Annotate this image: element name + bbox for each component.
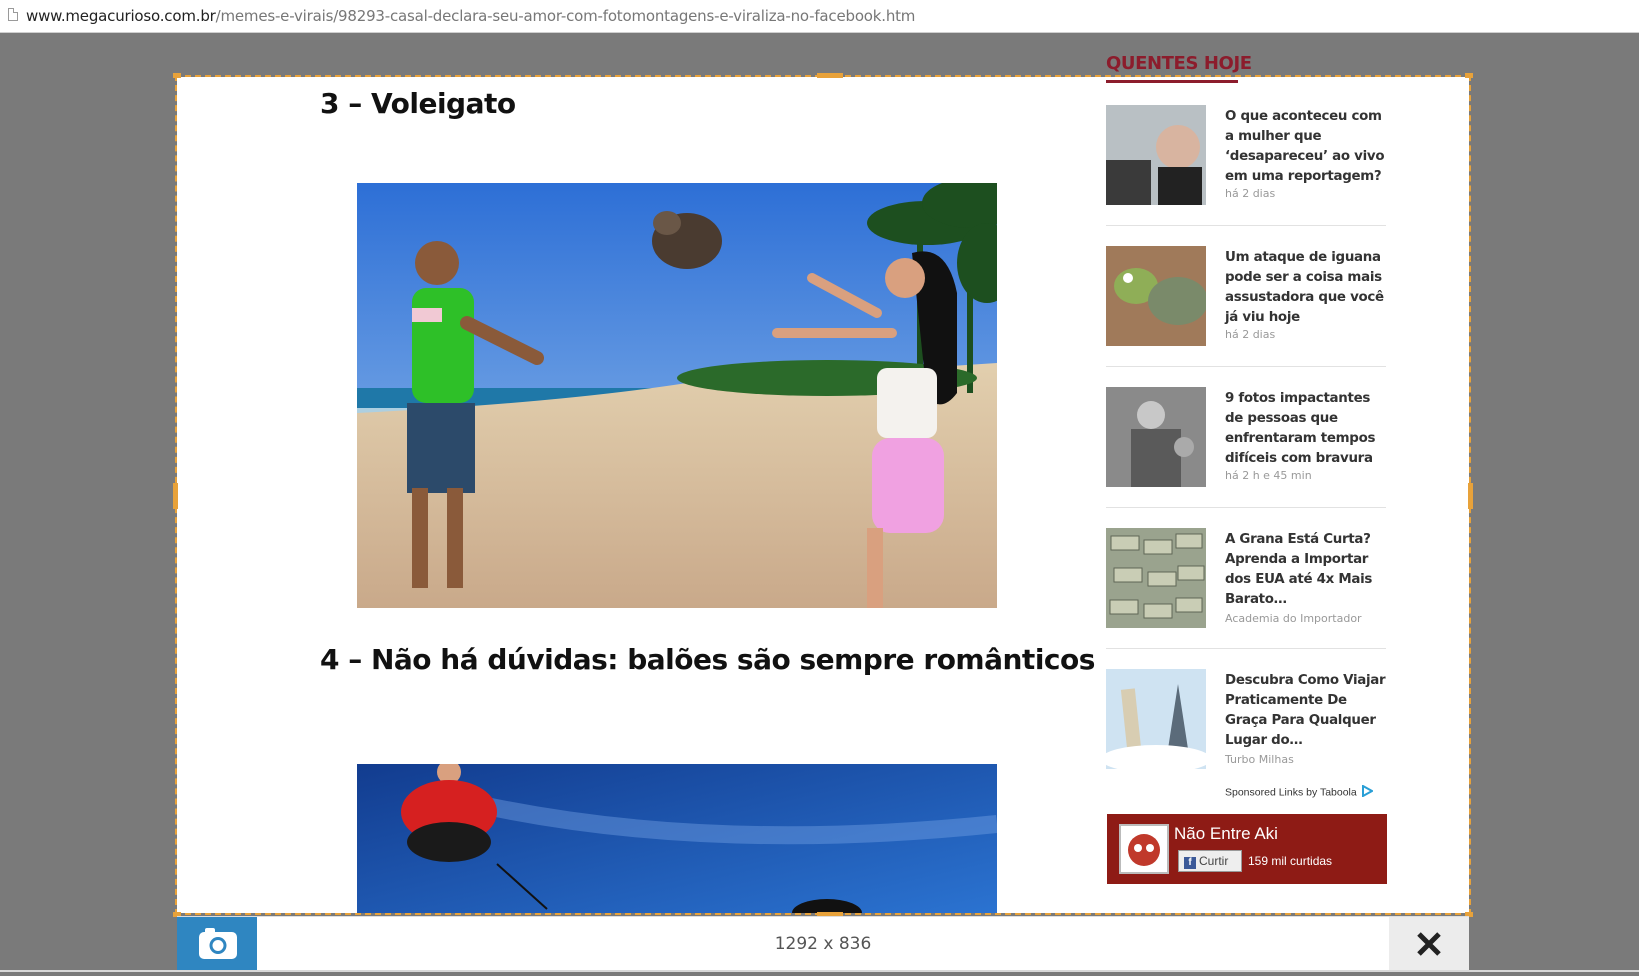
story-thumbnail[interactable] — [1106, 105, 1206, 205]
close-button[interactable] — [1389, 917, 1469, 971]
story-sponsor[interactable]: Turbo Milhas — [1225, 753, 1294, 766]
story-thumbnail[interactable] — [1106, 246, 1206, 346]
sidebar-story-4[interactable]: A Grana Está Curta? Aprenda a Importar d… — [1106, 528, 1386, 668]
story-thumbnail[interactable] — [1106, 387, 1206, 487]
resize-handle-top-left[interactable] — [173, 73, 181, 78]
story-meta: há 2 h e 45 min — [1225, 469, 1312, 482]
story-thumbnail[interactable] — [1106, 669, 1206, 769]
article-heading-3: 3 – Voleigato — [320, 87, 516, 120]
sponsored-label: Sponsored Links by Taboola — [1225, 786, 1357, 799]
story-title[interactable]: Descubra Como Viajar Praticamente De Gra… — [1225, 671, 1387, 751]
url-host: www.megacurioso.com.br — [26, 7, 216, 25]
resize-handle-right[interactable] — [1468, 483, 1473, 509]
sidebar-title-underline — [1106, 80, 1238, 83]
sidebar-story-3[interactable]: 9 fotos impactantes de pessoas que enfre… — [1106, 387, 1386, 527]
story-meta: há 2 dias — [1225, 187, 1276, 200]
sponsored-links[interactable]: Sponsored Links by Taboola — [1225, 784, 1374, 800]
divider — [1106, 366, 1386, 367]
capture-toolbar: 1292 x 836 — [177, 916, 1469, 971]
story-title[interactable]: A Grana Está Curta? Aprenda a Importar d… — [1225, 530, 1387, 610]
resize-handle-left[interactable] — [173, 483, 178, 509]
facebook-like-box[interactable]: Não Entre Aki f Curtir 159 mil curtidas — [1107, 814, 1387, 884]
selection-size: 1292 x 836 — [774, 934, 872, 954]
story-thumbnail[interactable] — [1106, 528, 1206, 628]
sidebar-story-2[interactable]: Um ataque de iguana pode ser a coisa mai… — [1106, 246, 1386, 386]
taboola-icon — [1361, 784, 1374, 800]
story-title[interactable]: O que aconteceu com a mulher que ‘desapa… — [1225, 107, 1387, 187]
sidebar-title-visible: QUENTES HOJE — [1106, 53, 1252, 74]
article-photo-voleigato — [357, 183, 997, 608]
address-bar[interactable]: www.megacurioso.com.br/memes-e-virais/98… — [0, 0, 1639, 33]
divider — [1106, 648, 1386, 649]
like-count: 159 mil curtidas — [1248, 854, 1333, 868]
story-title[interactable]: 9 fotos impactantes de pessoas que enfre… — [1225, 389, 1387, 469]
like-button[interactable]: f Curtir — [1178, 850, 1242, 872]
divider — [1106, 507, 1386, 508]
sidebar-story-1[interactable]: O que aconteceu com a mulher que ‘desapa… — [1106, 105, 1386, 245]
page-name[interactable]: Não Entre Aki — [1174, 824, 1278, 844]
like-label: Curtir — [1199, 854, 1229, 868]
story-title[interactable]: Um ataque de iguana pode ser a coisa mai… — [1225, 248, 1387, 328]
facebook-icon: f — [1184, 857, 1196, 869]
divider — [1106, 225, 1386, 226]
url-path: /memes-e-virais/98293-casal-declara-seu-… — [215, 7, 916, 25]
page-icon — [8, 8, 18, 21]
close-icon — [1417, 932, 1441, 956]
story-sponsor[interactable]: Academia do Importador — [1225, 612, 1362, 625]
resize-handle-top[interactable] — [817, 73, 843, 78]
article-photo-balloon — [357, 764, 997, 913]
page-avatar[interactable] — [1119, 824, 1169, 874]
article-heading-4: 4 – Não há dúvidas: balões são sempre ro… — [320, 643, 1095, 676]
story-meta: há 2 dias — [1225, 328, 1276, 341]
url-text[interactable]: www.megacurioso.com.br/memes-e-virais/98… — [26, 7, 915, 25]
resize-handle-top-right[interactable] — [1465, 73, 1473, 78]
